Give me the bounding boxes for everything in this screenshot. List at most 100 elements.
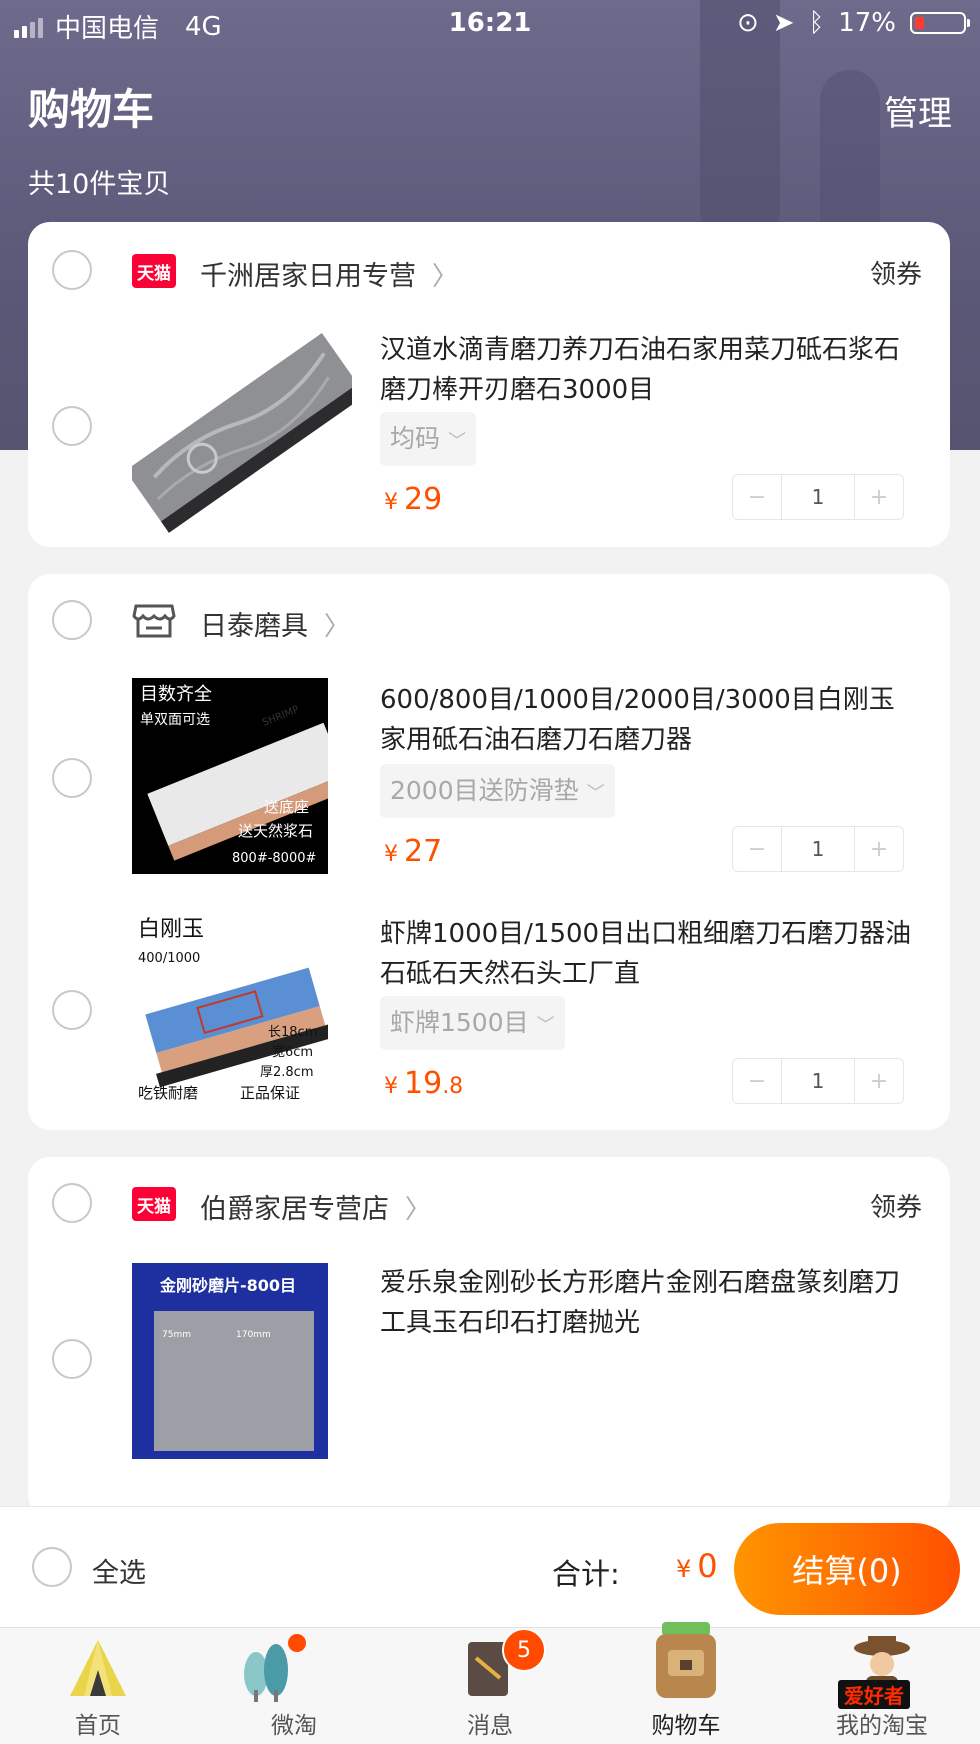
item-checkbox[interactable] — [52, 1339, 92, 1379]
page-title: 购物车 — [28, 85, 155, 134]
notification-dot — [288, 1634, 306, 1652]
product-image[interactable]: 白刚玉 400/1000 长18cm 宽6cm 厚2.8cm 吃铁耐磨 正品保证 — [132, 908, 335, 1104]
image-caption: 吃铁耐磨 — [138, 1084, 198, 1102]
product-price: ¥29 — [384, 482, 443, 517]
image-caption: 170mm — [236, 1330, 271, 1340]
image-caption: 金刚砂磨片-800目 — [159, 1276, 296, 1295]
tab-bar: 首页 微淘 5 消息 购物车 爱好者 我的淘宝 — [0, 1622, 980, 1744]
sku-value: 虾牌1500目 — [390, 1008, 529, 1037]
tab-label: 首页 — [75, 1713, 121, 1739]
tab-label: 购物车 — [651, 1713, 721, 1739]
image-caption: 宽6cm — [272, 1044, 313, 1060]
select-all-label[interactable]: 全选 — [92, 1551, 146, 1590]
location-icon: ➤ — [772, 8, 795, 38]
image-caption: 75mm — [162, 1330, 191, 1340]
status-bar: 中国电信 4G 16:21 ⊙ ➤ ᛒ 17% — [0, 0, 980, 48]
plus-button[interactable]: + — [855, 827, 903, 871]
product-title[interactable]: 爱乐泉金刚砂长方形磨片金刚石磨盘篆刻磨刀工具玉石印石打磨抛光 — [380, 1263, 920, 1343]
coupon-button[interactable]: 领券 — [870, 1187, 922, 1224]
plus-button[interactable]: + — [855, 1059, 903, 1103]
sku-selector[interactable]: 虾牌1500目 ﹀ — [380, 996, 565, 1050]
sku-selector[interactable]: 2000目送防滑垫 ﹀ — [380, 764, 615, 818]
checkout-bar: 全选 合计: ¥0 结算(0) — [0, 1506, 980, 1627]
total-amount: ¥0 — [676, 1547, 718, 1585]
shop-checkbox[interactable] — [52, 250, 92, 290]
shop-checkbox[interactable] — [52, 1183, 92, 1223]
home-tent-icon — [70, 1640, 126, 1696]
quantity-value[interactable]: 1 — [781, 475, 855, 519]
tab-messages[interactable]: 5 消息 — [392, 1628, 588, 1744]
select-all-checkbox[interactable] — [32, 1547, 72, 1587]
sku-selector[interactable]: 均码 ﹀ — [380, 412, 477, 466]
store-icon — [132, 600, 176, 640]
quantity-stepper: − 1 + — [732, 1058, 904, 1104]
item-checkbox[interactable] — [52, 990, 92, 1030]
chevron-down-icon: ﹀ — [586, 783, 605, 804]
image-caption: 目数齐全 — [140, 684, 212, 705]
shop-card: 天猫 千洲居家日用专营〉 领券 汉道水滴青磨刀养刀石油石家用菜刀砥石浆石磨刀棒开… — [28, 222, 950, 547]
image-caption: 800#-8000# — [232, 851, 316, 866]
quantity-stepper: − 1 + — [732, 826, 904, 872]
manage-button[interactable]: 管理 — [884, 86, 952, 135]
image-caption: 送天然浆石 — [238, 822, 313, 840]
shop-name-link[interactable]: 日泰磨具〉 — [200, 604, 350, 643]
checkout-button[interactable]: 结算(0) — [734, 1523, 960, 1615]
chevron-right-icon: 〉 — [432, 262, 459, 292]
tab-home[interactable]: 首页 — [0, 1628, 196, 1744]
chevron-down-icon: ﹀ — [448, 431, 467, 452]
shop-name-link[interactable]: 伯爵家居专营店〉 — [200, 1187, 431, 1226]
product-price: ¥19.8 — [384, 1066, 464, 1101]
minus-button[interactable]: − — [733, 1059, 781, 1103]
tab-cart[interactable]: 购物车 — [588, 1622, 784, 1744]
shop-name-link[interactable]: 千洲居家日用专营〉 — [200, 254, 458, 293]
battery-percent: 17% — [838, 8, 896, 38]
product-price: ¥27 — [384, 834, 443, 869]
shop-name: 伯爵家居专营店 — [200, 1194, 389, 1225]
minus-button[interactable]: − — [733, 827, 781, 871]
image-caption: 长18cm — [268, 1025, 317, 1040]
chevron-right-icon: 〉 — [324, 612, 351, 642]
product-title[interactable]: 汉道水滴青磨刀养刀石油石家用菜刀砥石浆石磨刀棒开刃磨石3000目 — [380, 330, 920, 410]
coupon-button[interactable]: 领券 — [870, 254, 922, 291]
image-caption: 400/1000 — [138, 951, 200, 966]
image-caption: 白刚玉 — [138, 917, 204, 942]
tab-label: 消息 — [467, 1713, 513, 1739]
brand-overlay: 爱好者 — [838, 1680, 910, 1709]
image-caption: 单双面可选 — [140, 712, 210, 728]
quantity-value[interactable]: 1 — [781, 1059, 855, 1103]
tab-weitao[interactable]: 微淘 — [196, 1628, 392, 1744]
item-count: 共10件宝贝 — [28, 169, 171, 200]
product-image[interactable]: 金刚砂磨片-800目 75mm 170mm — [132, 1263, 328, 1459]
item-checkbox[interactable] — [52, 758, 92, 798]
quantity-value[interactable]: 1 — [781, 827, 855, 871]
quantity-stepper: − 1 + — [732, 474, 904, 520]
product-image[interactable]: 目数齐全 单双面可选 SHRIMP 送底座 送天然浆石 800#-8000# — [132, 678, 351, 874]
battery-icon — [910, 12, 970, 34]
sku-value: 均码 — [390, 424, 441, 453]
item-checkbox[interactable] — [52, 406, 92, 446]
shop-card: 日泰磨具〉 目数齐全 单双面可选 SHRIMP 送底座 送天然浆石 800#-8… — [28, 574, 950, 1130]
minus-button[interactable]: − — [733, 475, 781, 519]
image-caption: 送底座 — [264, 798, 309, 816]
cart-backpack-icon — [656, 1622, 716, 1698]
image-caption: 厚2.8cm — [260, 1065, 314, 1080]
total-label: 合计: — [552, 1557, 620, 1591]
tab-label: 微淘 — [271, 1713, 317, 1739]
product-image[interactable] — [125, 318, 366, 538]
orientation-lock-icon: ⊙ — [737, 8, 759, 38]
tmall-badge: 天猫 — [132, 1187, 176, 1221]
product-title[interactable]: 虾牌1000目/1500目出口粗细磨刀石磨刀器油石砥石天然石头工厂直 — [380, 914, 920, 994]
shop-name: 千洲居家日用专营 — [200, 261, 416, 292]
shop-card: 天猫 伯爵家居专营店〉 领券 金刚砂磨片-800目 75mm 170mm 爱乐泉… — [28, 1157, 950, 1517]
tab-my-taobao[interactable]: 爱好者 我的淘宝 — [784, 1628, 980, 1744]
tmall-badge: 天猫 — [132, 254, 176, 288]
message-count-badge: 5 — [502, 1628, 546, 1672]
chevron-down-icon: ﹀ — [536, 1015, 555, 1036]
shop-checkbox[interactable] — [52, 600, 92, 640]
chevron-right-icon: 〉 — [405, 1195, 432, 1225]
plus-button[interactable]: + — [855, 475, 903, 519]
bluetooth-icon: ᛒ — [808, 8, 825, 38]
tab-label: 我的淘宝 — [836, 1713, 928, 1739]
product-title[interactable]: 600/800目/1000目/2000目/3000目白刚玉家用砥石油石磨刀石磨刀… — [380, 680, 920, 760]
shop-name: 日泰磨具 — [200, 611, 308, 642]
